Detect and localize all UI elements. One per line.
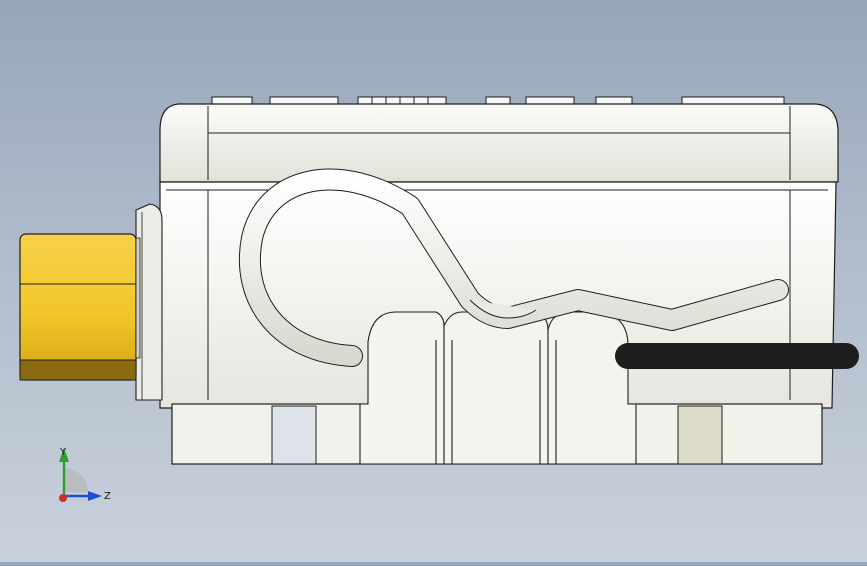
model-view[interactable]: Y Z [0, 0, 867, 562]
cable-clamps[interactable] [359, 311, 637, 465]
housing-lid[interactable] [159, 103, 839, 183]
x-axis-dot [59, 494, 67, 502]
cad-viewport[interactable]: Y Z [0, 0, 867, 562]
base-panel-left [271, 405, 317, 465]
axis-triad: Y Z [59, 447, 111, 502]
nut-shadow-face [19, 359, 137, 381]
base-panel-right [677, 405, 723, 465]
z-axis-label: Z [104, 491, 111, 502]
z-axis-arrow [88, 491, 102, 501]
y-axis-label: Y [59, 447, 67, 458]
brass-fitting[interactable] [19, 233, 141, 381]
